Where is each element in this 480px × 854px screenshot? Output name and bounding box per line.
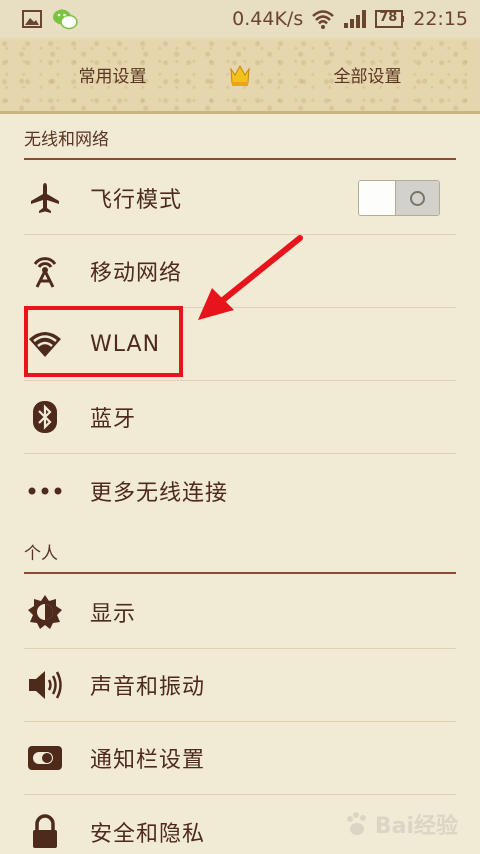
- settings-item-bluetooth[interactable]: 蓝牙: [24, 381, 456, 454]
- wlan-highlight-box: [24, 306, 183, 377]
- settings-item-label: 移动网络: [90, 261, 183, 286]
- airplane-icon: [24, 177, 66, 219]
- net-speed: 0.44K/s: [232, 8, 304, 30]
- signal-icon: [343, 9, 367, 29]
- bluetooth-icon: [24, 396, 66, 438]
- section-header-wireless: 无线和网络: [24, 116, 456, 160]
- settings-item-display[interactable]: 显示: [24, 576, 456, 649]
- more-dots-icon: [24, 470, 66, 512]
- wechat-icon: [52, 8, 78, 30]
- section-header-personal: 个人: [24, 530, 456, 574]
- cell-tower-icon: [24, 250, 66, 292]
- settings-item-label: 更多无线连接: [90, 480, 229, 506]
- toggle-knob: [395, 181, 439, 215]
- settings-tab-bar: 常用设置 全部设置: [0, 38, 480, 114]
- red-arrow-icon: [198, 235, 303, 320]
- status-bar: 0.44K/s 78 22:15: [0, 0, 480, 38]
- settings-item-label: 显示: [90, 602, 137, 627]
- speaker-icon: [24, 664, 66, 706]
- settings-item-notification-bar[interactable]: 通知栏设置: [24, 722, 456, 795]
- tab-common-settings[interactable]: 常用设置: [0, 62, 225, 87]
- toggle-track: [359, 181, 395, 215]
- baidu-watermark: Bai经验: [343, 808, 458, 840]
- notification-toggle-icon: [24, 737, 66, 779]
- clock: 22:15: [413, 8, 468, 30]
- settings-item-label: 蓝牙: [90, 407, 137, 432]
- lock-icon: [24, 811, 66, 853]
- watermark-text: Bai经验: [374, 814, 458, 839]
- settings-item-label: 安全和隐私: [90, 821, 206, 847]
- crown-icon: [225, 63, 255, 87]
- battery-level: 78: [379, 10, 398, 25]
- airplane-mode-toggle[interactable]: [358, 180, 440, 216]
- wifi-status-icon: [311, 9, 335, 29]
- settings-item-label: 声音和振动: [90, 675, 206, 700]
- settings-item-label: 飞行模式: [90, 188, 183, 213]
- paw-icon: [346, 812, 366, 835]
- brightness-icon: [24, 591, 66, 633]
- tab-all-settings[interactable]: 全部设置: [255, 62, 480, 87]
- settings-item-sound[interactable]: 声音和振动: [24, 649, 456, 722]
- battery-icon: 78: [375, 9, 405, 29]
- settings-item-airplane-mode[interactable]: 飞行模式: [24, 162, 456, 235]
- gallery-icon: [22, 10, 42, 28]
- settings-item-more-wireless[interactable]: 更多无线连接: [24, 454, 456, 527]
- settings-item-label: 通知栏设置: [90, 748, 206, 773]
